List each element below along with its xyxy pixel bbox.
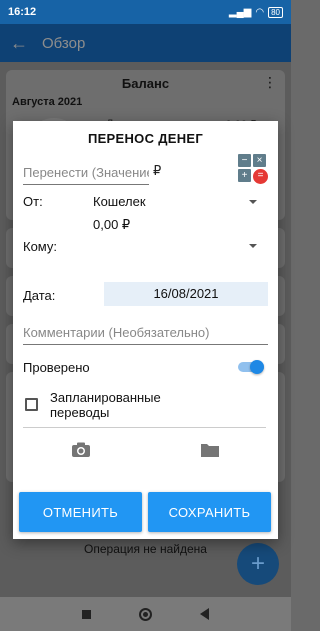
divider [23, 427, 266, 428]
app-bar: ← Обзор [0, 24, 291, 62]
currency-symbol: ₽ [153, 163, 162, 178]
calculator-icon[interactable]: − × + = [238, 154, 268, 184]
folder-icon[interactable] [200, 442, 220, 458]
status-time: 16:12 [8, 6, 37, 18]
scheduled-checkbox[interactable] [25, 398, 38, 411]
recents-icon[interactable] [82, 609, 91, 619]
checked-toggle[interactable] [238, 360, 264, 374]
balance-title: Баланс [121, 76, 170, 91]
date-field[interactable]: 16/08/2021 [104, 282, 268, 306]
from-account-select[interactable]: Кошелек [93, 194, 146, 209]
back-arrow-icon[interactable]: ← [10, 33, 28, 54]
camera-icon[interactable] [71, 442, 91, 458]
nav-bar [0, 597, 291, 631]
from-dropdown-arrow-icon[interactable] [249, 200, 257, 204]
dialog-title: ПЕРЕНОС ДЕНЕГ [87, 131, 204, 146]
amount-input[interactable] [23, 161, 149, 185]
save-button[interactable]: СОХРАНИТЬ [148, 492, 271, 532]
page-title: Обзор [42, 34, 86, 52]
status-bar: 16:12 ▂▄▆ ◠ 80 [0, 0, 291, 24]
date-label: Дата: [23, 288, 56, 303]
comment-input[interactable] [23, 321, 268, 345]
status-icons: ▂▄▆ ◠ 80 [228, 6, 283, 18]
calculator-plus-key: + [238, 169, 251, 182]
home-icon[interactable] [139, 607, 152, 621]
calculator-minus-key: − [238, 154, 251, 167]
balance-month: Августа 2021 [12, 96, 83, 108]
toggle-thumb [250, 360, 264, 374]
cancel-button[interactable]: ОТМЕНИТЬ [19, 492, 142, 532]
calculator-times-key: × [253, 154, 266, 167]
from-balance: 0,00 ₽ [93, 217, 131, 232]
wifi-icon: ◠ [255, 6, 265, 18]
signal-icon: ▂▄▆ [228, 6, 252, 18]
calculator-equals-key: = [253, 169, 268, 184]
battery-icon: 80 [268, 6, 283, 18]
transfer-dialog: ПЕРЕНОС ДЕНЕГ ₽ − × + = От: Кошелек 0,00… [13, 121, 278, 539]
back-icon[interactable] [200, 608, 209, 620]
to-dropdown-arrow-icon[interactable] [249, 244, 257, 248]
checked-label: Проверено [23, 360, 90, 375]
scheduled-label: Запланированные переводы [50, 390, 161, 420]
to-label: Кому: [23, 239, 57, 254]
from-label: От: [23, 194, 43, 209]
more-vert-icon[interactable]: ⋮ [263, 74, 277, 91]
add-button[interactable]: + [237, 543, 279, 585]
